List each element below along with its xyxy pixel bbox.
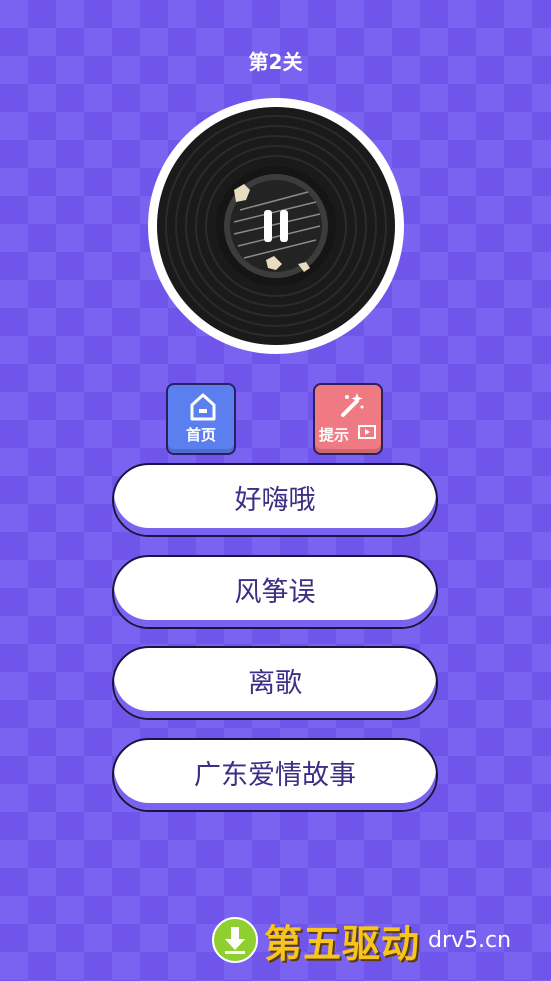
home-icon <box>190 393 216 425</box>
answer-option-1[interactable]: 好嗨哦 <box>112 463 438 537</box>
watermark: 第五驱动 drv5.cn <box>212 912 511 968</box>
level-title: 第2关 <box>248 50 303 74</box>
watermark-domain: drv5.cn <box>428 927 512 953</box>
magic-wand-icon <box>337 391 365 423</box>
answer-option-3[interactable]: 离歌 <box>112 646 438 720</box>
home-button-label: 首页 <box>185 426 216 444</box>
hint-button[interactable]: 提示 <box>313 383 383 455</box>
pause-icon[interactable] <box>252 202 300 250</box>
answer-option-4[interactable]: 广东爱情故事 <box>112 738 438 812</box>
watermark-text: 第五驱动 <box>264 921 421 966</box>
home-button[interactable]: 首页 <box>166 383 236 455</box>
video-icon <box>358 424 376 443</box>
vinyl-record[interactable] <box>148 98 404 354</box>
download-icon <box>212 917 258 963</box>
answer-option-2[interactable]: 风筝误 <box>112 555 438 629</box>
